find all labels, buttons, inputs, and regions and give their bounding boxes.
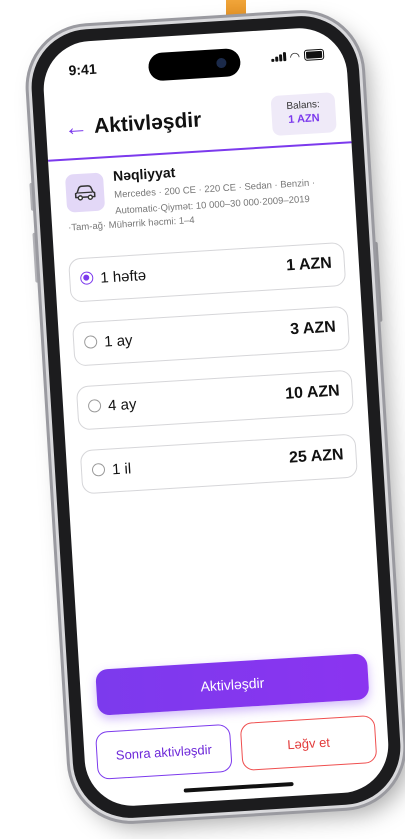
plan-option[interactable]: 1 il 25 AZN bbox=[79, 433, 358, 495]
plan-option[interactable]: 4 ay 10 AZN bbox=[75, 369, 355, 431]
activate-later-button[interactable]: Sonra aktivləşdir bbox=[95, 723, 233, 780]
balance-badge: Balans: 1 AZN bbox=[270, 92, 337, 136]
radio-button[interactable] bbox=[91, 462, 106, 477]
cancel-button[interactable]: Ləğv et bbox=[239, 714, 378, 772]
phone-mockup: 9:41 ◠ ← Aktivləşdir Balans: 1 AZN Nəqli… bbox=[28, 12, 404, 822]
radio-button[interactable] bbox=[79, 271, 94, 286]
dynamic-island bbox=[147, 47, 242, 82]
app-screen: 9:41 ◠ ← Aktivləşdir Balans: 1 AZN Nəqli… bbox=[40, 25, 392, 809]
plan-label: 1 ay bbox=[103, 331, 134, 351]
radio-button[interactable] bbox=[87, 399, 102, 413]
phone-side-button bbox=[373, 241, 383, 322]
balance-value: 1 AZN bbox=[287, 112, 321, 127]
ad-summary: Nəqliyyat Mercedes · 200 CE · 220 CE · S… bbox=[64, 154, 343, 251]
phone-side-button bbox=[32, 232, 40, 283]
back-arrow-icon[interactable]: ← bbox=[63, 113, 89, 141]
camera-icon bbox=[216, 57, 227, 69]
plan-label: 1 həftə bbox=[99, 267, 147, 287]
activate-button[interactable]: Aktivləşdir bbox=[95, 653, 370, 716]
status-time: 9:41 bbox=[68, 60, 98, 79]
plan-option[interactable]: 1 ay 3 AZN bbox=[71, 305, 351, 367]
plan-price: 1 AZN bbox=[285, 254, 333, 275]
plan-price: 3 AZN bbox=[289, 318, 337, 339]
home-indicator[interactable] bbox=[183, 781, 294, 793]
plan-label: 1 il bbox=[111, 460, 132, 479]
plan-option[interactable]: 1 həftə 1 AZN bbox=[68, 241, 347, 303]
status-icons: ◠ bbox=[270, 48, 325, 64]
secondary-actions: Sonra aktivləşdir Ləğv et bbox=[95, 714, 378, 780]
ad-description-extra: ·Tam-ağ· Mühərrik həcmi: 1–4 bbox=[67, 214, 196, 234]
phone-side-button bbox=[29, 182, 36, 211]
page-header: ← Aktivləşdir Balans: 1 AZN bbox=[44, 83, 352, 162]
wifi-icon: ◠ bbox=[289, 48, 301, 64]
page-title: Aktivləşdir bbox=[93, 108, 202, 138]
signal-icon bbox=[270, 52, 286, 62]
plan-price: 25 AZN bbox=[288, 446, 345, 467]
plan-label: 4 ay bbox=[107, 395, 137, 415]
plan-price: 10 AZN bbox=[284, 382, 341, 403]
car-icon bbox=[64, 172, 106, 213]
phone-frame: 9:41 ◠ ← Aktivləşdir Balans: 1 AZN Nəqli… bbox=[28, 12, 404, 822]
plan-list: 1 həftə 1 AZN 1 ay 3 AZN 4 ay 10 AZN 1 i… bbox=[68, 241, 359, 514]
radio-button[interactable] bbox=[83, 335, 98, 349]
battery-icon bbox=[303, 48, 325, 61]
ad-category: Nəqliyyat bbox=[112, 164, 176, 184]
